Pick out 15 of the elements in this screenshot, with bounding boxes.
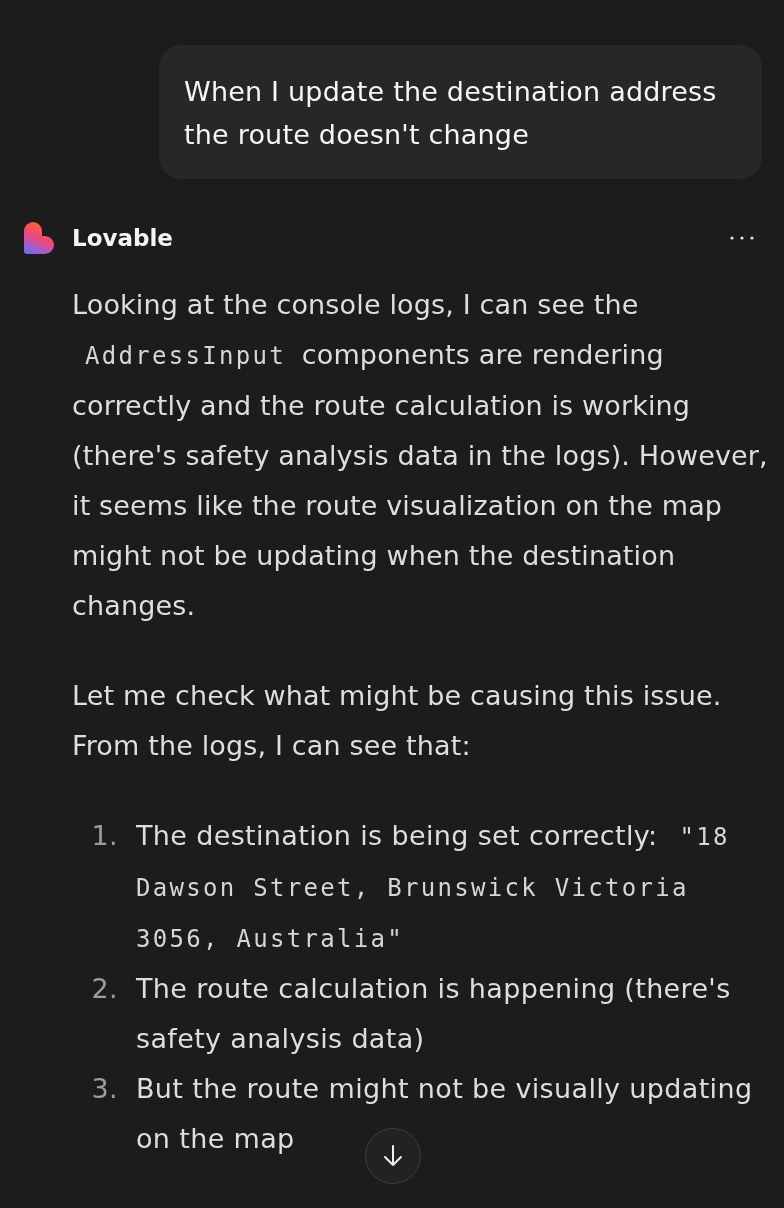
more-button[interactable] (730, 236, 754, 240)
list-item-text: But the route might not be visually updating on the map (136, 1073, 753, 1154)
arrow-down-icon (383, 1145, 403, 1167)
message-paragraph: Let me check what might be causing this issue. From the logs, I can see that: (71, 679, 723, 763)
list-number: 3. (90, 1072, 119, 1106)
user-message: When I update the destination address the route doesn't change (159, 45, 762, 179)
ellipsis-icon (730, 236, 754, 240)
assistant-name: Lovable (72, 225, 173, 251)
logo-icon (24, 222, 54, 254)
list-item-text: The destination is being set correctly: "18 Dawson Street, Brunswick Victoria 3056, Australia" (136, 820, 730, 953)
scroll-down-button[interactable] (365, 1128, 421, 1184)
list-number: 1. (90, 819, 119, 853)
message-paragraph: Looking at the console logs, I can see the AddressInput components are rendering correctly and the route calculation is working (there's safety analysis data in the logs). However, it seems like the route visualization on the map might not be updating when the destination changes. (71, 288, 769, 623)
list-number: 2. (90, 972, 119, 1006)
list-item-text: The route calculation is happening (there's safety analysis data) (136, 973, 731, 1054)
